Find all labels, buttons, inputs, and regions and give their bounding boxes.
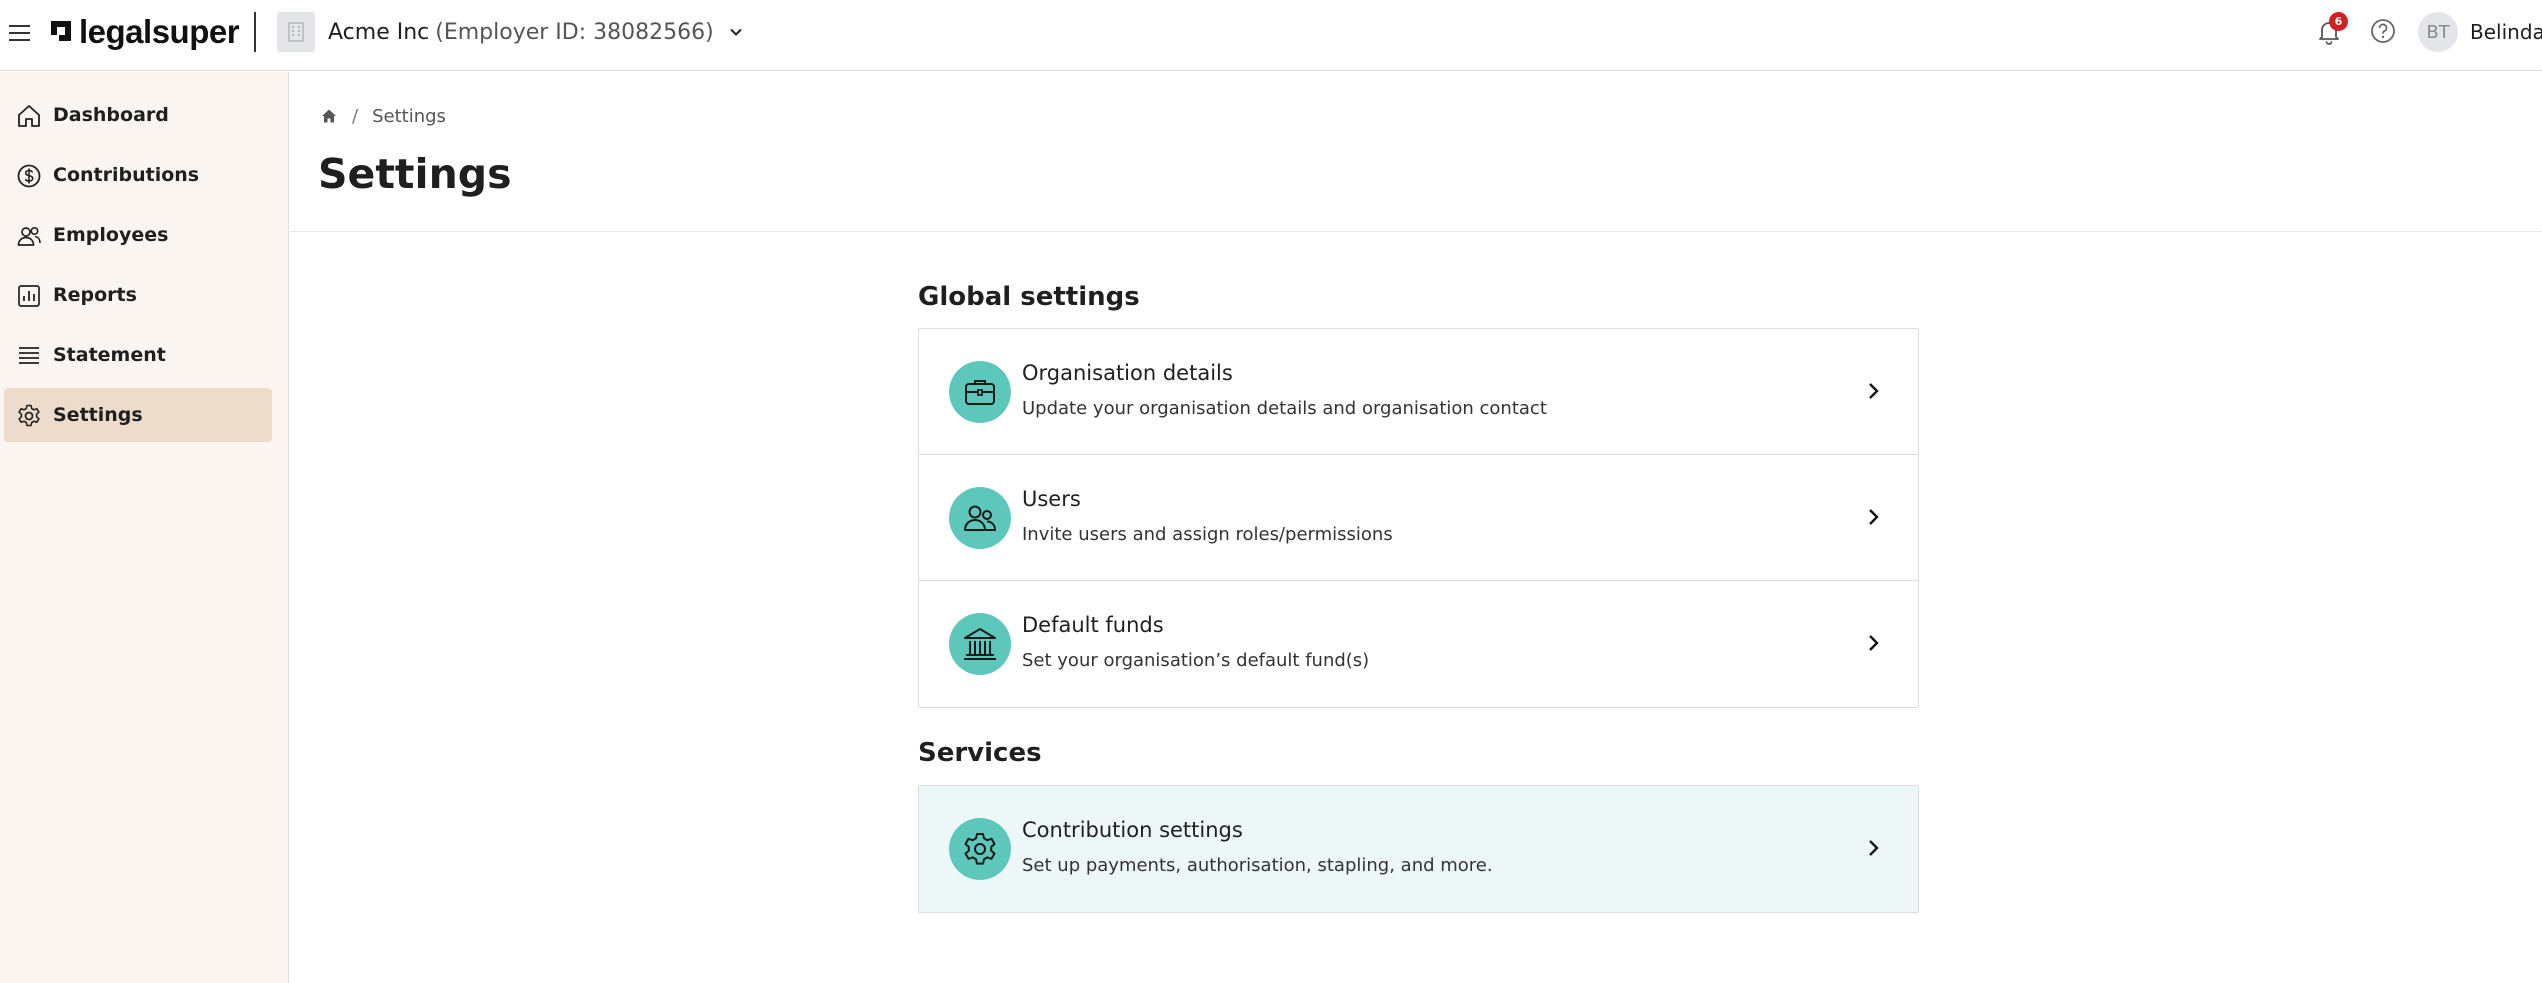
sidebar-item-label: Employees — [53, 224, 169, 246]
sidebar-item-reports[interactable]: Reports — [4, 268, 272, 322]
section-title-services: Services — [918, 738, 1042, 768]
sidebar-item-contributions[interactable]: Contributions — [4, 148, 272, 202]
card-title: Contribution settings — [1022, 818, 1243, 842]
default-funds-card[interactable]: Default funds Set your organisation’s de… — [919, 581, 1918, 707]
briefcase-icon — [949, 361, 1011, 423]
bank-icon — [949, 613, 1011, 675]
employer-switcher[interactable]: Acme Inc (Employer ID: 38082566) — [277, 12, 744, 52]
notification-badge: 6 — [2329, 12, 2348, 31]
card-description: Invite users and assign roles/permission… — [1022, 524, 1393, 545]
card-title: Default funds — [1022, 613, 1164, 637]
card-title: Users — [1022, 487, 1081, 511]
sidebar-item-label: Contributions — [53, 164, 200, 186]
home-icon[interactable] — [320, 107, 338, 125]
section-title-global-settings: Global settings — [918, 282, 1140, 312]
logo[interactable]: legalsuper — [49, 13, 240, 50]
logo-text: legalsuper — [79, 13, 240, 50]
users-icon — [949, 487, 1011, 549]
chevron-right-icon — [1869, 509, 1879, 525]
header-divider — [254, 12, 256, 52]
list-icon — [19, 347, 39, 364]
logo-mark-icon — [51, 21, 71, 43]
avatar: BT — [2418, 12, 2458, 52]
chevron-down-icon[interactable] — [728, 24, 744, 40]
users-card[interactable]: Users Invite users and assign roles/perm… — [919, 455, 1918, 581]
card-description: Update your organisation details and org… — [1022, 398, 1547, 419]
chevron-right-icon — [1869, 840, 1879, 856]
gear-icon — [18, 404, 40, 427]
employer-id: (Employer ID: 38082566) — [435, 19, 714, 45]
contribution-settings-card[interactable]: Contribution settings Set up payments, a… — [919, 786, 1918, 912]
sidebar-item-employees[interactable]: Employees — [4, 208, 272, 262]
breadcrumb-separator: / — [352, 105, 359, 127]
gear-icon — [949, 818, 1011, 880]
breadcrumb-current: Settings — [372, 105, 446, 127]
people-icon — [17, 227, 41, 246]
top-bar: legalsuper Acme Inc (Employer ID: 380825… — [0, 0, 2542, 71]
card-description: Set your organisation’s default fund(s) — [1022, 650, 1370, 671]
user-menu[interactable]: BT Belinda — [2418, 12, 2542, 52]
sidebar-item-label: Dashboard — [53, 104, 169, 126]
employer-name: Acme Inc — [328, 19, 430, 45]
sidebar-item-settings[interactable]: Settings — [4, 388, 272, 442]
breadcrumb: / Settings — [320, 104, 446, 128]
chevron-right-icon — [1869, 383, 1879, 399]
global-settings-list: Organisation details Update your organis… — [918, 328, 1919, 708]
sidebar-item-label: Reports — [53, 284, 137, 306]
chevron-right-icon — [1869, 635, 1879, 651]
help-icon[interactable] — [2369, 17, 2397, 45]
sidebar-item-dashboard[interactable]: Dashboard — [4, 88, 272, 142]
dollar-icon — [17, 164, 41, 188]
menu-icon[interactable] — [6, 20, 34, 48]
sidebar-item-statement[interactable]: Statement — [4, 328, 272, 382]
card-description: Set up payments, authorisation, stapling… — [1022, 855, 1493, 876]
building-icon — [277, 12, 315, 52]
home-icon — [18, 105, 40, 127]
sidebar-item-label: Statement — [53, 344, 166, 366]
services-list: Contribution settings Set up payments, a… — [918, 785, 1919, 913]
user-name: Belinda — [2470, 20, 2542, 44]
page-title: Settings — [318, 150, 512, 198]
sidebar: Dashboard Contributions Employees Report… — [0, 72, 289, 983]
header-divider — [290, 231, 2542, 232]
card-title: Organisation details — [1022, 361, 1233, 385]
notifications-button[interactable]: 6 — [2315, 12, 2348, 48]
bar-chart-icon — [18, 285, 40, 307]
sidebar-item-label: Settings — [53, 404, 143, 426]
organisation-details-card[interactable]: Organisation details Update your organis… — [919, 329, 1918, 455]
